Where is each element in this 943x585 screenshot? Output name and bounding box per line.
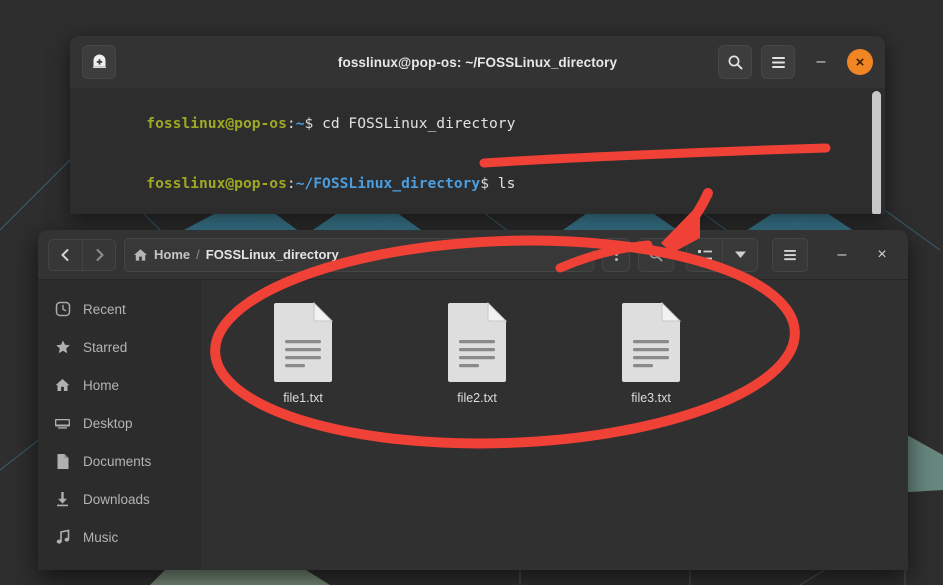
hamburger-menu-icon xyxy=(784,249,796,260)
sidebar-item-starred[interactable]: Starred xyxy=(38,328,202,366)
star-icon xyxy=(54,339,71,356)
sidebar-label: Home xyxy=(83,377,120,393)
text-file-icon xyxy=(274,302,334,382)
breadcrumb[interactable]: Home / FOSSLinux_directory xyxy=(124,237,594,272)
options-menu-button[interactable] xyxy=(602,237,630,272)
file-manager-menu-button[interactable] xyxy=(772,237,808,272)
list-view-button[interactable] xyxy=(686,237,722,272)
sidebar-label: Starred xyxy=(83,339,128,355)
file-manager-sidebar: Recent Starred Home Desktop Documents Do… xyxy=(38,280,203,570)
navigation-button-group xyxy=(48,238,116,271)
terminal-prompt-dollar: $ xyxy=(480,175,489,192)
file-manager-search-button[interactable] xyxy=(638,237,674,272)
search-icon xyxy=(728,55,743,70)
terminal-prompt-path: ~/FOSSLinux_directory xyxy=(295,175,481,192)
sidebar-item-desktop[interactable]: Desktop xyxy=(38,404,202,442)
terminal-new-tab-button[interactable] xyxy=(82,45,116,79)
terminal-titlebar[interactable]: fosslinux@pop-os: ~/FOSSLinux_directory xyxy=(70,36,885,88)
sidebar-label: Desktop xyxy=(83,415,133,431)
terminal-command: cd FOSSLinux_directory xyxy=(313,115,516,132)
terminal-minimize-button[interactable]: – xyxy=(804,45,838,79)
view-mode-group xyxy=(686,237,758,272)
file-item[interactable]: file1.txt xyxy=(253,302,353,405)
clock-icon xyxy=(54,301,71,318)
sidebar-item-documents[interactable]: Documents xyxy=(38,442,202,480)
file-manager-window[interactable]: Home / FOSSLinux_directory – × Recent St… xyxy=(38,230,908,570)
file-manager-minimize-button[interactable]: – xyxy=(826,239,858,271)
terminal-menu-button[interactable] xyxy=(761,45,795,79)
breadcrumb-separator: / xyxy=(196,247,200,262)
chevron-down-icon xyxy=(734,251,746,258)
view-options-dropdown-button[interactable] xyxy=(722,237,758,272)
terminal-search-button[interactable] xyxy=(718,45,752,79)
text-file-icon xyxy=(622,302,682,382)
search-icon xyxy=(649,247,663,262)
file-list-area[interactable]: file1.txt file2.txt file3.txt xyxy=(203,280,908,570)
terminal-close-button[interactable]: × xyxy=(847,49,873,75)
terminal-window[interactable]: fosslinux@pop-os: ~/FOSSLinux_directory xyxy=(70,36,885,214)
terminal-scrollbar[interactable] xyxy=(872,91,881,214)
three-dots-vertical-icon xyxy=(614,246,618,263)
sidebar-item-downloads[interactable]: Downloads xyxy=(38,480,202,518)
file-name-label: file3.txt xyxy=(631,391,671,405)
file-manager-body: Recent Starred Home Desktop Documents Do… xyxy=(38,280,908,570)
breadcrumb-item-current[interactable]: FOSSLinux_directory xyxy=(206,247,339,262)
terminal-command: ls xyxy=(489,175,516,192)
terminal-prompt-user: fosslinux@pop-os xyxy=(146,115,287,132)
terminal-line: fosslinux@pop-os:~/FOSSLinux_directory$ … xyxy=(76,154,885,214)
file-manager-toolbar[interactable]: Home / FOSSLinux_directory – × xyxy=(38,230,908,280)
forward-button[interactable] xyxy=(82,238,116,271)
sidebar-item-recent[interactable]: Recent xyxy=(38,290,202,328)
file-name-label: file1.txt xyxy=(283,391,323,405)
file-name-label: file2.txt xyxy=(457,391,497,405)
terminal-line: fosslinux@pop-os:~$ cd FOSSLinux_directo… xyxy=(76,94,885,154)
sidebar-label: Music xyxy=(83,529,119,545)
sidebar-label: Recent xyxy=(83,301,126,317)
file-item[interactable]: file2.txt xyxy=(427,302,527,405)
chevron-right-icon xyxy=(96,248,103,261)
file-item[interactable]: file3.txt xyxy=(601,302,701,405)
desktop-icon xyxy=(54,415,71,432)
terminal-prompt-colon: : xyxy=(286,115,296,132)
list-view-icon xyxy=(697,249,712,260)
terminal-prompt-dollar: $ xyxy=(304,115,314,132)
sidebar-label: Downloads xyxy=(83,491,150,507)
breadcrumb-item-home[interactable]: Home xyxy=(133,247,190,262)
sidebar-label: Documents xyxy=(83,453,152,469)
file-grid: file1.txt file2.txt file3.txt xyxy=(203,302,908,405)
back-button[interactable] xyxy=(48,238,82,271)
text-file-icon xyxy=(448,302,508,382)
sidebar-item-home[interactable]: Home xyxy=(38,366,202,404)
file-manager-close-button[interactable]: × xyxy=(866,239,898,271)
breadcrumb-home-label: Home xyxy=(154,247,191,262)
home-icon xyxy=(54,377,71,394)
download-icon xyxy=(54,491,71,508)
document-icon xyxy=(54,453,71,470)
chevron-left-icon xyxy=(61,248,69,261)
desktop: fosslinux@pop-os: ~/FOSSLinux_directory xyxy=(0,0,943,585)
home-icon xyxy=(134,248,147,261)
terminal-prompt-colon: : xyxy=(286,175,296,192)
terminal-output-area[interactable]: fosslinux@pop-os:~$ cd FOSSLinux_directo… xyxy=(70,88,885,214)
sidebar-item-music[interactable]: Music xyxy=(38,518,202,556)
terminal-prompt-user: fosslinux@pop-os xyxy=(146,175,287,192)
hamburger-menu-icon xyxy=(771,56,785,68)
music-note-icon xyxy=(54,529,71,546)
terminal-add-icon xyxy=(92,54,106,68)
